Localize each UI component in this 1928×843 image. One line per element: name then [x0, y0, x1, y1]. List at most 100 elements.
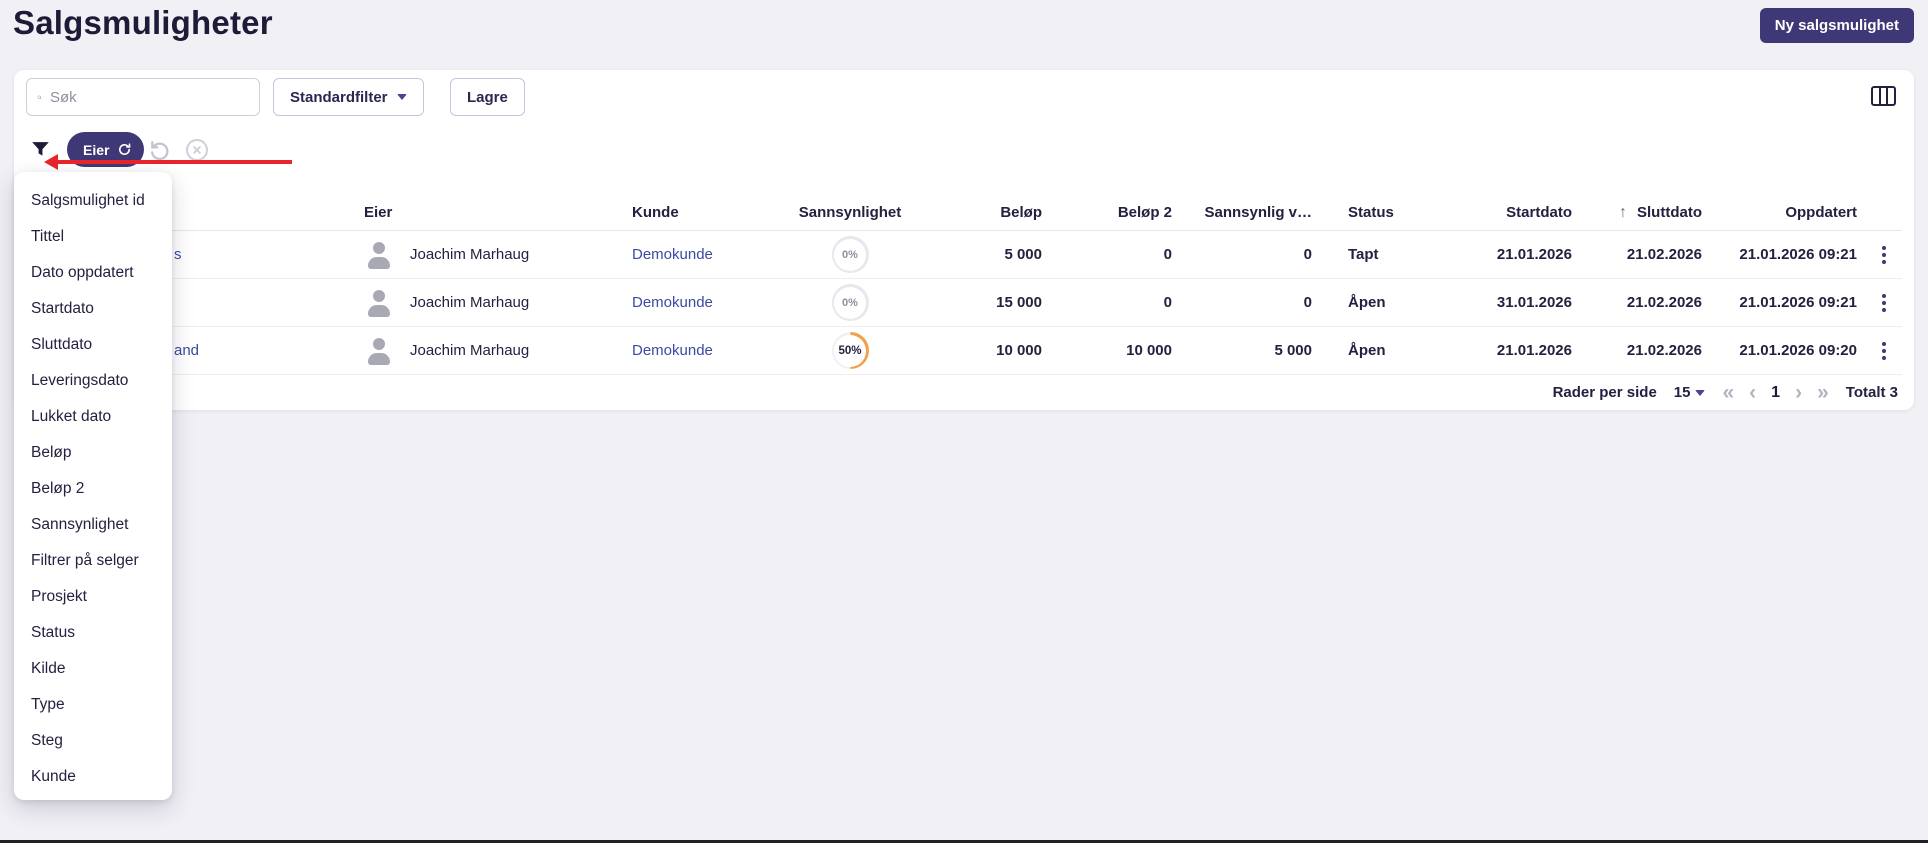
search-input[interactable]: [50, 88, 249, 106]
previous-page-button[interactable]: ‹: [1749, 382, 1756, 403]
probability-badge: 0%: [831, 284, 869, 321]
menu-item-sannsynlighet[interactable]: Sannsynlighet: [14, 507, 172, 543]
updated-date: 21.01.2026 09:20: [1739, 342, 1857, 359]
filter-field-menu: Salgsmulighet id Tittel Dato oppdatert S…: [14, 172, 172, 800]
menu-item-type[interactable]: Type: [14, 687, 172, 723]
column-header-eier[interactable]: Eier: [350, 204, 610, 221]
save-filter-button[interactable]: Lagre: [450, 78, 525, 116]
column-header-sannsynlighet[interactable]: Sannsynlighet: [770, 204, 930, 221]
filter-funnel-icon[interactable]: [30, 139, 51, 160]
probable-value: 0: [1303, 294, 1312, 311]
active-filters-bar: Eier: [26, 132, 626, 172]
column-header-belop[interactable]: Beløp: [930, 204, 1050, 221]
rows-per-page-label: Rader per side: [1552, 384, 1657, 401]
menu-item-kunde[interactable]: Kunde: [14, 759, 172, 795]
start-date: 31.01.2026: [1496, 294, 1572, 311]
menu-item-leveringsdato[interactable]: Leveringsdato: [14, 363, 172, 399]
start-date: 21.01.2026: [1496, 246, 1572, 263]
end-date: 21.02.2026: [1626, 294, 1702, 311]
customer-cell: Demokunde: [610, 246, 770, 263]
column-header-belop2[interactable]: Beløp 2: [1050, 204, 1180, 221]
amount-value: 5 000: [1004, 246, 1042, 263]
customer-link[interactable]: Demokunde: [632, 294, 713, 311]
owner-cell: Joachim Marhaug: [350, 240, 610, 270]
menu-item-kilde[interactable]: Kilde: [14, 651, 172, 687]
menu-item-steg[interactable]: Steg: [14, 723, 172, 759]
save-label: Lagre: [467, 88, 508, 106]
menu-item-salgsmulighet-id[interactable]: Salgsmulighet id: [14, 183, 172, 219]
amount2-value: 10 000: [1126, 342, 1172, 359]
standard-filter-dropdown[interactable]: Standardfilter: [273, 78, 424, 116]
next-page-button[interactable]: ›: [1795, 382, 1802, 403]
owner-cell: Joachim Marhaug: [350, 288, 610, 318]
menu-item-startdato[interactable]: Startdato: [14, 291, 172, 327]
row-actions-kebab-icon[interactable]: [1874, 242, 1894, 268]
table-row[interactable]: Joachim Marhaug Demokunde 0% 15 000 0 0 …: [26, 279, 1902, 327]
table-header-row: Eier Kunde Sannsynlighet Beløp Beløp 2 S…: [26, 195, 1902, 231]
column-header-sluttdato[interactable]: ↑ Sluttdato: [1580, 204, 1710, 222]
column-header-oppdatert[interactable]: Oppdatert: [1710, 204, 1865, 221]
menu-item-belop[interactable]: Beløp: [14, 435, 172, 471]
new-opportunity-button[interactable]: Ny salgsmulighet: [1759, 8, 1914, 43]
probability-badge: 0%: [831, 236, 869, 273]
person-avatar-icon: [364, 288, 394, 318]
customer-link[interactable]: Demokunde: [632, 246, 713, 263]
menu-item-belop-2[interactable]: Beløp 2: [14, 471, 172, 507]
amount2-value: 0: [1163, 246, 1172, 263]
column-header-kunde[interactable]: Kunde: [610, 204, 770, 221]
search-icon: [37, 95, 42, 100]
customer-cell: Demokunde: [610, 342, 770, 359]
row-actions-kebab-icon[interactable]: [1874, 290, 1894, 316]
end-date: 21.02.2026: [1626, 342, 1702, 359]
owner-cell: Joachim Marhaug: [350, 336, 610, 366]
status-value: Tapt: [1348, 246, 1379, 263]
owner-name: Joachim Marhaug: [410, 246, 530, 263]
menu-item-tittel[interactable]: Tittel: [14, 219, 172, 255]
menu-item-sluttdato[interactable]: Sluttdato: [14, 327, 172, 363]
table-row[interactable]: and Joachim Marhaug Demokunde 50% 10 000…: [26, 327, 1902, 375]
menu-item-lukket-dato[interactable]: Lukket dato: [14, 399, 172, 435]
table-row[interactable]: s Joachim Marhaug Demokunde 0% 5 000 0 0…: [26, 231, 1902, 279]
menu-item-status[interactable]: Status: [14, 615, 172, 651]
menu-item-prosjekt[interactable]: Prosjekt: [14, 579, 172, 615]
owner-name: Joachim Marhaug: [410, 294, 530, 311]
owner-name: Joachim Marhaug: [410, 342, 530, 359]
standard-filter-label: Standardfilter: [290, 88, 388, 106]
probable-value: 5 000: [1274, 342, 1312, 359]
amount2-value: 0: [1163, 294, 1172, 311]
amount-value: 10 000: [996, 342, 1042, 359]
person-avatar-icon: [364, 336, 394, 366]
rows-per-page-select[interactable]: 15: [1674, 384, 1706, 401]
probability-badge: 50%: [831, 332, 869, 369]
search-box[interactable]: [26, 78, 260, 116]
end-date: 21.02.2026: [1626, 246, 1702, 263]
opportunities-panel: Standardfilter Lagre Eier Eier Kunde: [14, 70, 1914, 410]
sort-ascending-icon: ↑: [1619, 203, 1627, 221]
probable-value: 0: [1303, 246, 1312, 263]
column-header-startdato[interactable]: Startdato: [1480, 204, 1580, 221]
column-header-status[interactable]: Status: [1320, 204, 1480, 221]
updated-date: 21.01.2026 09:21: [1739, 246, 1857, 263]
total-count-label: Totalt 3: [1845, 384, 1898, 401]
salgsmuligheter-page: { "page": { "title": "Salgsmuligheter" }…: [0, 0, 1928, 843]
person-avatar-icon: [364, 240, 394, 270]
menu-item-dato-oppdatert[interactable]: Dato oppdatert: [14, 255, 172, 291]
active-filter-label: Eier: [83, 141, 110, 158]
opportunities-table: Eier Kunde Sannsynlighet Beløp Beløp 2 S…: [26, 195, 1902, 375]
updated-date: 21.01.2026 09:21: [1739, 294, 1857, 311]
reset-filter-icon[interactable]: [117, 142, 132, 157]
column-header-sannsynlig-verdi[interactable]: Sannsynlig v…: [1180, 204, 1320, 221]
status-value: Åpen: [1348, 294, 1386, 311]
undo-icon[interactable]: [148, 138, 171, 161]
page-title: Salgsmuligheter: [13, 4, 273, 41]
last-page-button[interactable]: »: [1817, 382, 1829, 403]
first-page-button[interactable]: «: [1722, 382, 1734, 403]
column-settings-icon[interactable]: [1871, 86, 1896, 106]
active-filter-pill-eier[interactable]: Eier: [67, 132, 145, 167]
menu-item-filtrer-pa-selger[interactable]: Filtrer på selger: [14, 543, 172, 579]
pagination-bar: Rader per side 15 « ‹ 1 › » Totalt 3: [26, 375, 1902, 410]
clear-filters-icon[interactable]: [186, 139, 208, 161]
row-actions-kebab-icon[interactable]: [1874, 338, 1894, 364]
customer-link[interactable]: Demokunde: [632, 342, 713, 359]
status-value: Åpen: [1348, 342, 1386, 359]
